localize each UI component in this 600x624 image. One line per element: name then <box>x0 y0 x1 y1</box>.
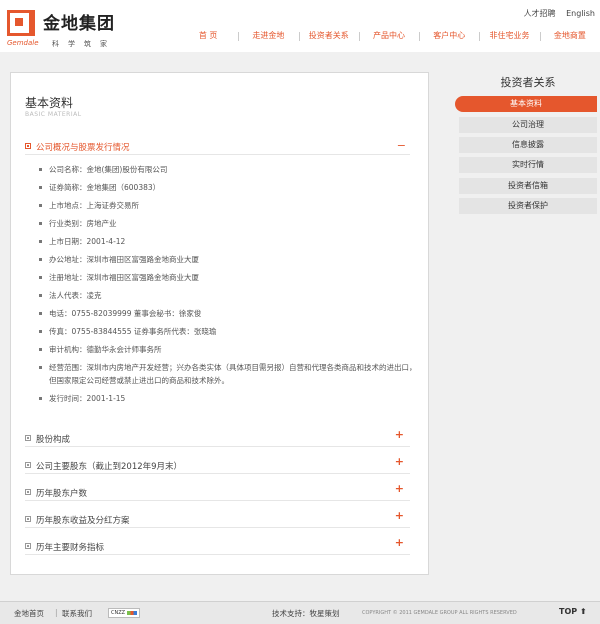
cnzz-badge[interactable]: CNZZ <box>108 608 140 618</box>
sidebar-title: 投资者关系 <box>500 76 556 89</box>
section-label: 公司概况与股票发行情况 <box>36 143 130 153</box>
recruitment-link[interactable]: 人才招聘 <box>524 9 556 18</box>
sidebar-item-governance[interactable]: 公司治理 <box>459 117 597 133</box>
collapse-icon[interactable]: − <box>397 139 406 152</box>
section-major-shareholders[interactable]: 公司主要股东（截止到2012年9月末） + <box>25 455 410 474</box>
back-to-top-button[interactable]: TOP ⬆ <box>559 607 587 616</box>
section-label: 历年股东收益及分红方案 <box>36 516 130 526</box>
list-item: 上市日期：2001-4-12 <box>33 235 418 248</box>
logo-mark-icon <box>7 10 35 36</box>
gemdale-logo[interactable]: 金地集团 Gemdale 科学筑家 <box>7 8 127 48</box>
footer-separator: | <box>55 608 58 617</box>
list-item: 证券简称：金地集团（600383） <box>33 181 418 194</box>
page-title: 基本资料 <box>25 96 74 110</box>
list-item: 法人代表：凌克 <box>33 289 418 302</box>
footer-home-link[interactable]: 金地首页 <box>14 608 44 619</box>
logo-name-en: Gemdale <box>7 39 39 47</box>
section-company-overview[interactable]: 公司概况与股票发行情况 − <box>25 139 410 155</box>
expand-icon[interactable]: + <box>395 428 404 441</box>
list-item: 审计机构：德勤华永会计师事务所 <box>33 343 418 356</box>
nav-gemdale-properties[interactable]: 金地商置 <box>539 28 600 44</box>
page-subtitle: BASIC MATERIAL <box>25 111 82 118</box>
footer-contact-link[interactable]: 联系我们 <box>62 608 92 619</box>
square-bullet-icon <box>25 435 31 441</box>
square-bullet-icon <box>25 543 31 549</box>
list-item: 经营范围：深圳市内房地产开发经营；兴办各类实体（具体项目需另报）自营和代理各类商… <box>33 361 418 387</box>
nav-home[interactable]: 首 页 <box>178 28 238 44</box>
sidebar-item-quotes[interactable]: 实时行情 <box>459 157 597 173</box>
list-item: 注册地址：深圳市福田区富强路金地商业大厦 <box>33 271 418 284</box>
nav-customers[interactable]: 客户中心 <box>419 28 479 44</box>
expand-icon[interactable]: + <box>395 536 404 549</box>
nav-investor-relations[interactable]: 投资者关系 <box>298 28 359 44</box>
company-info-list: 公司名称：金地(集团)股份有限公司 证券简称：金地集团（600383） 上市地点… <box>33 163 418 405</box>
tech-support-text: 技术支持：牧星策划 <box>272 609 340 618</box>
list-item: 电话：0755-82039999 董事会秘书：徐家俊 <box>33 307 418 320</box>
section-shareholder-count[interactable]: 历年股东户数 + <box>25 482 410 501</box>
sidebar-item-basic-info[interactable]: 基本资料 <box>455 96 597 112</box>
section-label: 股份构成 <box>36 435 71 445</box>
section-label: 历年主要财务指标 <box>36 543 105 553</box>
logo-name-cn: 金地集团 <box>43 14 115 34</box>
section-dividends[interactable]: 历年股东收益及分红方案 + <box>25 509 410 528</box>
sidebar-item-investor-mailbox[interactable]: 投资者信箱 <box>459 178 597 194</box>
expand-icon[interactable]: + <box>395 455 404 468</box>
expand-icon[interactable]: + <box>395 509 404 522</box>
list-item: 上市地点：上海证券交易所 <box>33 199 418 212</box>
section-label: 公司主要股东（截止到2012年9月末） <box>36 462 183 472</box>
list-item: 传真：0755-83844555 证券事务所代表：张晓瑜 <box>33 325 418 338</box>
square-bullet-icon <box>25 489 31 495</box>
english-link[interactable]: English <box>566 9 595 18</box>
section-label: 历年股东户数 <box>36 489 88 499</box>
expand-icon[interactable]: + <box>395 482 404 495</box>
square-bullet-icon <box>25 516 31 522</box>
site-header: 金地集团 Gemdale 科学筑家 人才招聘 English 首 页 走进金地 … <box>0 0 600 52</box>
list-item: 办公地址：深圳市福田区富强路金地商业大厦 <box>33 253 418 266</box>
nav-about[interactable]: 走进金地 <box>238 28 298 44</box>
nav-non-residential[interactable]: 非住宅业务 <box>479 28 539 44</box>
list-item: 行业类别：房地产业 <box>33 217 418 230</box>
sidebar-item-disclosure[interactable]: 信息披露 <box>459 137 597 153</box>
square-bullet-icon <box>25 462 31 468</box>
square-bullet-icon <box>25 143 31 149</box>
top-links: 人才招聘 English <box>516 8 595 19</box>
main-nav: 首 页 走进金地 投资者关系 产品中心 客户中心 非住宅业务 金地商置 <box>178 28 600 44</box>
nav-products[interactable]: 产品中心 <box>358 28 419 44</box>
site-footer: 金地首页 | 联系我们 CNZZ 技术支持：牧星策划 COPYRIGHT © 2… <box>0 601 600 624</box>
content-panel: 基本资料 BASIC MATERIAL 公司概况与股票发行情况 − 公司名称：金… <box>10 72 429 575</box>
section-financial-indicators[interactable]: 历年主要财务指标 + <box>25 536 410 555</box>
list-item: 发行时间：2001-1-15 <box>33 392 418 405</box>
sidebar-item-investor-protection[interactable]: 投资者保护 <box>459 198 597 214</box>
list-item: 公司名称：金地(集团)股份有限公司 <box>33 163 418 176</box>
logo-slogan: 科学筑家 <box>52 40 116 48</box>
copyright-text: COPYRIGHT © 2011 GEMDALE GROUP ALL RIGHT… <box>362 610 517 616</box>
section-share-structure[interactable]: 股份构成 + <box>25 428 410 447</box>
